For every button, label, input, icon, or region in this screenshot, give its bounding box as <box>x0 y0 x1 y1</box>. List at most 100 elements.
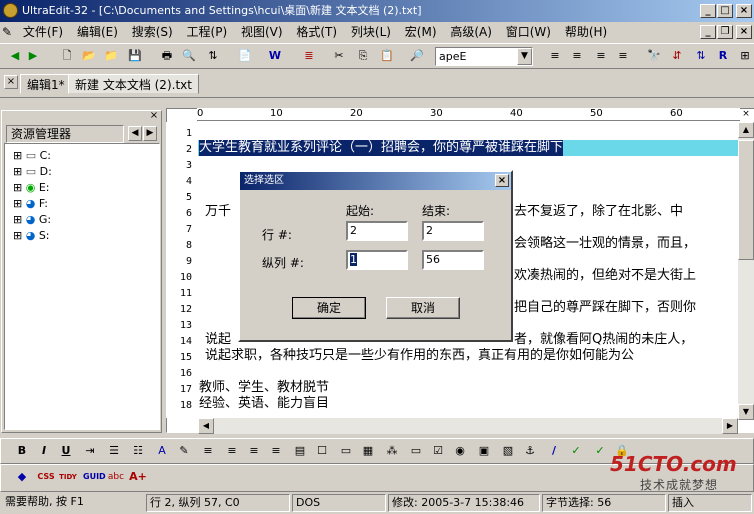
horizontal-scrollbar[interactable]: ◀ ▶ <box>198 418 738 434</box>
sort-icon[interactable]: ⇅ <box>692 47 710 65</box>
ruler-close-icon[interactable]: × <box>738 108 754 121</box>
menu-view[interactable]: 视图(V) <box>236 22 288 42</box>
tree-item-e[interactable]: ⊞ ◉ E: <box>13 180 49 196</box>
copy-icon[interactable]: ⎘ <box>354 47 372 65</box>
ok-button[interactable]: 确定 <box>292 297 366 319</box>
css-icon[interactable]: CSS <box>37 468 55 486</box>
menu-advanced[interactable]: 高级(A) <box>445 22 497 42</box>
doc-close-button[interactable]: × <box>736 25 752 39</box>
align-right-icon[interactable]: ≡ <box>592 47 610 65</box>
tree-item-s[interactable]: ⊞ ◕ S: <box>13 228 50 244</box>
panel-right-icon[interactable]: ▶ <box>143 126 157 141</box>
menu-column[interactable]: 列块(L) <box>346 22 396 42</box>
html-align-left-icon[interactable]: ≡ <box>199 442 217 460</box>
menu-format[interactable]: 格式(T) <box>291 22 342 42</box>
word-wrap-icon[interactable]: W <box>266 47 284 65</box>
html-edit-icon[interactable]: ✓ <box>567 442 585 460</box>
html-page-icon[interactable]: ▤ <box>291 442 309 460</box>
html-checkbox-icon[interactable]: ☑ <box>429 442 447 460</box>
indent-icon[interactable]: ⇥ <box>81 442 99 460</box>
dialog-close-button[interactable]: × <box>495 174 509 187</box>
ftp-icon[interactable]: ⇅ <box>204 47 222 65</box>
open-recent-icon[interactable]: 📁 <box>102 47 120 65</box>
notes-icon[interactable]: 📄 <box>236 47 254 65</box>
row-end-input[interactable]: 2 <box>422 221 484 241</box>
html-align-right-icon[interactable]: ≡ <box>245 442 263 460</box>
justify-icon[interactable]: ≡ <box>614 47 632 65</box>
anchor-icon[interactable]: ⚓ <box>521 442 539 460</box>
html-image-icon[interactable]: ▣ <box>475 442 493 460</box>
close-tag-icon[interactable]: / <box>545 442 563 460</box>
minimize-button[interactable]: _ <box>700 4 716 18</box>
scroll-thumb[interactable] <box>738 140 754 260</box>
guid-icon[interactable]: GUID <box>83 468 106 486</box>
tab-close-icon[interactable]: × <box>4 75 18 89</box>
bullet-list-icon[interactable]: ☰ <box>105 442 123 460</box>
find-replace-icon[interactable]: ⇵ <box>668 47 686 65</box>
tab-edit1[interactable]: 编辑1* <box>20 74 72 94</box>
tree-item-f[interactable]: ⊞ ◕ F: <box>13 196 48 212</box>
scroll-left-icon[interactable]: ◀ <box>198 418 214 434</box>
html-align-center-icon[interactable]: ≡ <box>223 442 241 460</box>
align-center-icon[interactable]: ≡ <box>568 47 586 65</box>
menu-search[interactable]: 搜索(S) <box>127 22 178 42</box>
tree-item-c[interactable]: ⊞ ▭ C: <box>13 148 51 164</box>
html-textarea-icon[interactable]: ▭ <box>407 442 425 460</box>
font-select[interactable]: apeE ▼ <box>435 47 533 66</box>
dropdown-arrow-icon[interactable]: ▼ <box>517 48 532 65</box>
underline-icon[interactable]: U <box>57 442 75 460</box>
html-image2-icon[interactable]: ▧ <box>499 442 517 460</box>
tree-item-d[interactable]: ⊞ ▭ D: <box>13 164 52 180</box>
numbered-list-icon[interactable]: ☷ <box>129 442 147 460</box>
html-textfield-icon[interactable]: ▭ <box>337 442 355 460</box>
paste-icon[interactable]: 📋 <box>378 47 396 65</box>
scroll-right-icon[interactable]: ▶ <box>722 418 738 434</box>
html-password-icon[interactable]: ⁂ <box>383 442 401 460</box>
menu-edit[interactable]: 编辑(E) <box>72 22 123 42</box>
html-table-icon[interactable]: ▦ <box>359 442 377 460</box>
color-picker-icon[interactable]: ◆ <box>13 468 31 486</box>
panel-left-icon[interactable]: ◀ <box>128 126 142 141</box>
tree-item-g[interactable]: ⊞ ◕ G: <box>13 212 51 228</box>
menu-window[interactable]: 窗口(W) <box>501 22 556 42</box>
replace-icon[interactable]: R <box>714 47 732 65</box>
new-file-icon[interactable]: 🗋 <box>58 47 76 65</box>
align-left-icon[interactable]: ≡ <box>546 47 564 65</box>
print-preview-icon[interactable]: 🔍 <box>180 47 198 65</box>
menu-project[interactable]: 工程(P) <box>182 22 233 42</box>
open-folder-icon[interactable]: 📂 <box>80 47 98 65</box>
bold-icon[interactable]: B <box>13 442 31 460</box>
maximize-button[interactable]: □ <box>717 4 733 18</box>
close-button[interactable]: × <box>736 4 752 18</box>
doc-icon[interactable]: ✎ <box>0 22 14 42</box>
doc-minimize-button[interactable]: _ <box>700 25 716 39</box>
toggle-icon[interactable]: ⊞ <box>736 47 754 65</box>
save-icon[interactable]: 💾 <box>126 47 144 65</box>
cancel-button[interactable]: 取消 <box>386 297 460 319</box>
cut-icon[interactable]: ✂ <box>330 47 348 65</box>
spell-check-icon[interactable]: abc <box>107 468 125 486</box>
italic-icon[interactable]: I <box>35 442 53 460</box>
font-color-icon[interactable]: A <box>153 442 171 460</box>
tab-new-text-doc[interactable]: 新建 文本文档 (2).txt <box>68 74 199 94</box>
scroll-down-icon[interactable]: ▼ <box>738 404 754 420</box>
column-start-input[interactable]: 1 <box>346 250 408 270</box>
forward-arrow-icon[interactable]: ▶ <box>24 47 42 65</box>
find-icon[interactable]: 🔎 <box>408 47 426 65</box>
menu-macro[interactable]: 宏(M) <box>400 22 442 42</box>
highlight-icon[interactable]: ✎ <box>175 442 193 460</box>
menu-help[interactable]: 帮助(H) <box>560 22 612 42</box>
scroll-up-icon[interactable]: ▲ <box>738 122 754 138</box>
column-end-input[interactable]: 56 <box>422 250 484 270</box>
html-edit2-icon[interactable]: ✓ <box>591 442 609 460</box>
html-radio-icon[interactable]: ◉ <box>451 442 469 460</box>
menu-file[interactable]: 文件(F) <box>18 22 68 42</box>
find-in-files-icon[interactable]: 🔭 <box>645 47 663 65</box>
font-icon[interactable]: A+ <box>129 468 147 486</box>
html-justify-icon[interactable]: ≡ <box>267 442 285 460</box>
vertical-scrollbar[interactable]: ▲ ▼ <box>738 122 754 420</box>
doc-restore-button[interactable]: ❐ <box>717 25 733 39</box>
print-icon[interactable]: 🖶 <box>158 47 176 65</box>
row-start-input[interactable]: 2 <box>346 221 408 241</box>
back-arrow-icon[interactable]: ◀ <box>6 47 24 65</box>
